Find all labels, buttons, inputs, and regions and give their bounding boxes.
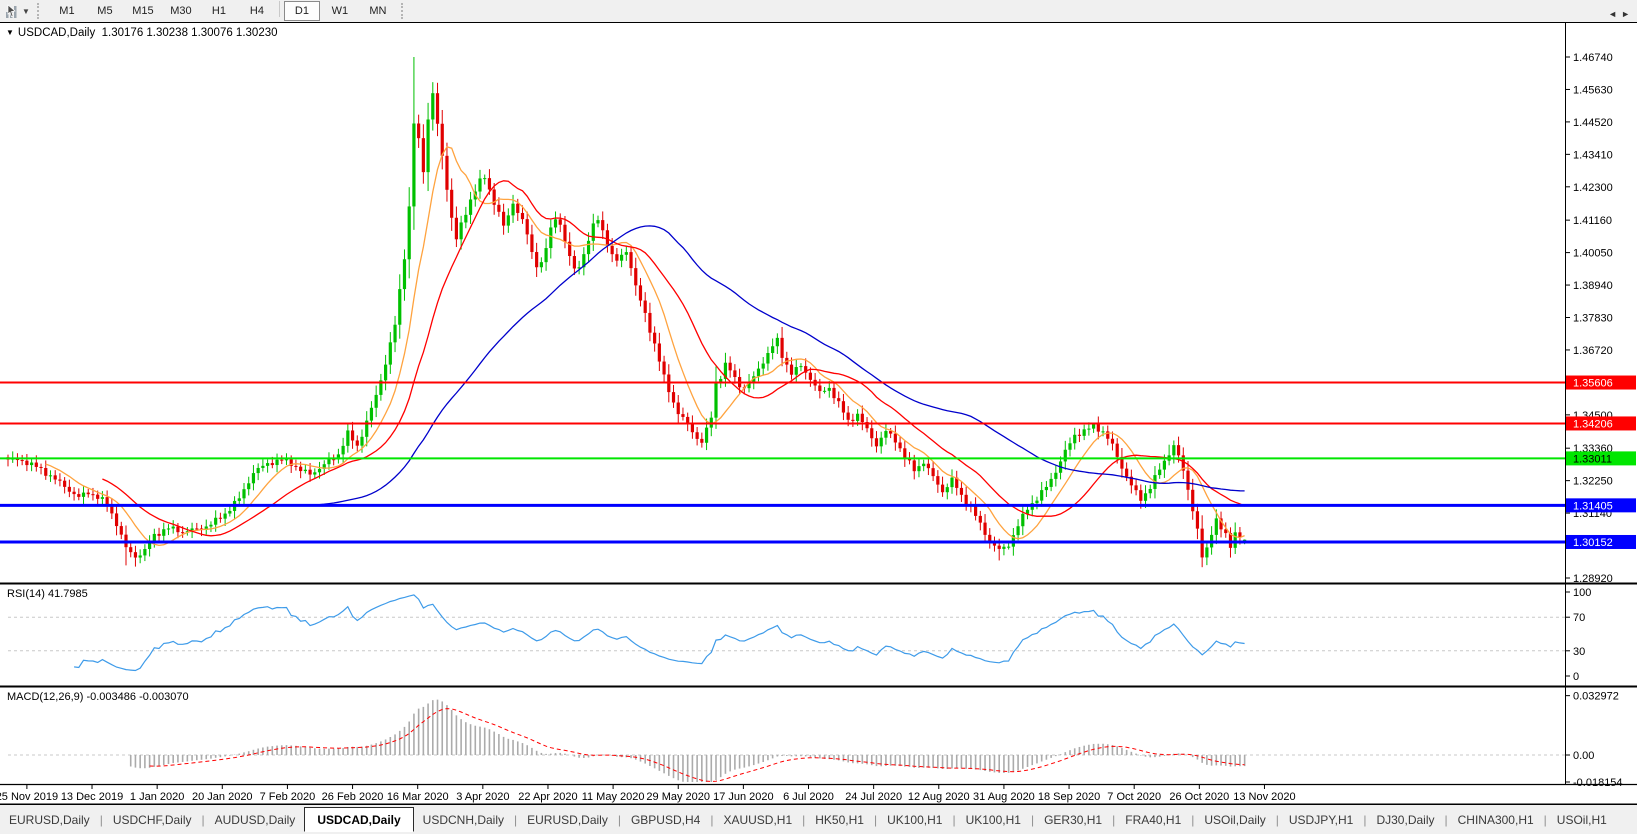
timeframe-button-mn[interactable]: MN bbox=[360, 1, 396, 21]
date-tick-label: 12 Aug 2020 bbox=[908, 791, 970, 803]
svg-text:0.032972: 0.032972 bbox=[1573, 691, 1619, 703]
chart-tab-uk100-h1[interactable]: UK100,H1 bbox=[878, 810, 951, 830]
svg-text:1.35606: 1.35606 bbox=[1573, 378, 1613, 390]
chart-tab-usdcad-daily[interactable]: USDCAD,Daily bbox=[304, 807, 414, 832]
chart-tab-dj30-daily[interactable]: DJ30,Daily bbox=[1367, 810, 1443, 830]
date-tick-label: 25 Nov 2019 bbox=[0, 791, 58, 803]
timeframe-button-d1[interactable]: D1 bbox=[283, 1, 320, 21]
chart-tab-usoil-h1[interactable]: USOil,H1 bbox=[1548, 810, 1616, 830]
timeframe-button-w1[interactable]: W1 bbox=[322, 1, 358, 21]
mt4-terminal: ▼ M1 M5 M15 M30 H1 H4 D1 W1 MN 1.46740 1.45630 1.4… bbox=[0, 0, 1637, 834]
timeframe-toolbar: ▼ M1 M5 M15 M30 H1 H4 D1 W1 MN bbox=[0, 0, 1637, 23]
toolbar-grip-right bbox=[400, 3, 408, 19]
svg-text:1.34206: 1.34206 bbox=[1573, 418, 1613, 430]
price-tick-1.36720: 1.36720 bbox=[1573, 345, 1613, 357]
chart-tab-usdcnh-daily[interactable]: USDCNH,Daily bbox=[414, 810, 513, 830]
svg-text:100: 100 bbox=[1573, 587, 1591, 599]
chart-tab-eurusd-daily[interactable]: EURUSD,Daily bbox=[0, 810, 99, 830]
chart-tab-usdjpy-h1[interactable]: USDJPY,H1 bbox=[1280, 810, 1362, 830]
chart-tab-audusd-daily[interactable]: AUDUSD,Daily bbox=[206, 810, 305, 830]
tab-scroll-right-icon[interactable]: ► bbox=[1621, 9, 1634, 19]
chart-tab-xauusd-h1[interactable]: XAUUSD,H1 bbox=[714, 810, 801, 830]
price-line-badge-1.30152: 1.30152 bbox=[1566, 534, 1636, 549]
timeframe-button-m15[interactable]: M15 bbox=[125, 1, 161, 21]
timeframe-buttons: M1 M5 M15 M30 H1 H4 D1 W1 MN bbox=[48, 1, 397, 21]
price-tick-1.46740: 1.46740 bbox=[1573, 52, 1613, 64]
price-tick-1.28920: 1.28920 bbox=[1573, 573, 1613, 585]
chart-symbol: USDCAD,Daily bbox=[17, 27, 96, 39]
svg-text:1.33011: 1.33011 bbox=[1573, 453, 1612, 465]
chart-tool-dropdown-icon[interactable]: ▼ bbox=[22, 7, 30, 16]
svg-text:1.30152: 1.30152 bbox=[1573, 537, 1613, 549]
price-tick-1.37830: 1.37830 bbox=[1573, 313, 1613, 325]
chart-tab-hk50-h1[interactable]: HK50,H1 bbox=[806, 810, 873, 830]
chart-tabs-bar: EURUSD,Daily | USDCHF,Daily | AUDUSD,Daily US… bbox=[0, 805, 1637, 834]
date-tick-label: 13 Dec 2019 bbox=[61, 791, 123, 803]
price-tick-1.44520: 1.44520 bbox=[1573, 117, 1613, 129]
date-tick-label: 26 Feb 2020 bbox=[322, 791, 384, 803]
date-tick-label: 3 Apr 2020 bbox=[456, 791, 509, 803]
date-tick-label: 20 Jan 2020 bbox=[192, 791, 253, 803]
date-tick-label: 13 Nov 2020 bbox=[1233, 791, 1295, 803]
date-tick-label: 18 Sep 2020 bbox=[1038, 791, 1100, 803]
rsi-indicator-label: RSI(14) 41.7985 bbox=[7, 588, 88, 600]
timeframe-button-m30[interactable]: M30 bbox=[163, 1, 199, 21]
price-chart-canvas[interactable]: 1.46740 1.45630 1.44520 1.43410 1.42300 1.411… bbox=[0, 22, 1637, 805]
date-tick-label: 7 Feb 2020 bbox=[260, 791, 316, 803]
price-tick-1.32250: 1.32250 bbox=[1573, 476, 1613, 488]
chart-tab-usdchf-daily[interactable]: USDCHF,Daily bbox=[104, 810, 201, 830]
collapse-triangle-icon[interactable]: ▼ bbox=[6, 28, 14, 37]
timeframe-button-h4[interactable]: H4 bbox=[239, 1, 275, 21]
price-tick-1.42300: 1.42300 bbox=[1573, 182, 1613, 194]
date-tick-label: 22 Apr 2020 bbox=[518, 791, 577, 803]
macd-indicator-label: MACD(12,26,9) -0.003486 -0.003070 bbox=[7, 691, 189, 703]
date-tick-label: 6 Jul 2020 bbox=[783, 791, 834, 803]
chart-tab-uk100-h1[interactable]: UK100,H1 bbox=[957, 810, 1030, 830]
chart-tab-fra40-h1[interactable]: FRA40,H1 bbox=[1116, 810, 1190, 830]
date-tick-label: 29 May 2020 bbox=[646, 791, 710, 803]
chart-quote-ohlc: 1.30176 1.30238 1.30076 1.30230 bbox=[101, 27, 278, 39]
timeframe-divider bbox=[278, 1, 280, 17]
date-tick-label: 31 Aug 2020 bbox=[973, 791, 1035, 803]
chart-tab-ger30-h1[interactable]: GER30,H1 bbox=[1035, 810, 1111, 830]
svg-text:-0.018154: -0.018154 bbox=[1573, 777, 1623, 789]
timeframe-button-h1[interactable]: H1 bbox=[201, 1, 237, 21]
tab-scroll-left-icon[interactable]: ◄ bbox=[1608, 9, 1621, 19]
date-tick-label: 17 Jun 2020 bbox=[713, 791, 774, 803]
date-tick-label: 7 Oct 2020 bbox=[1107, 791, 1161, 803]
date-tick-label: 16 Mar 2020 bbox=[387, 791, 449, 803]
date-tick-label: 11 May 2020 bbox=[582, 791, 645, 803]
timeframe-button-m5[interactable]: M5 bbox=[87, 1, 123, 21]
date-tick-label: 26 Oct 2020 bbox=[1169, 791, 1229, 803]
price-line-badge-1.34206: 1.34206 bbox=[1566, 416, 1636, 431]
chart-tab-china300-h1[interactable]: CHINA300,H1 bbox=[1449, 810, 1543, 830]
svg-text:1.31405: 1.31405 bbox=[1573, 500, 1613, 512]
price-tick-1.38940: 1.38940 bbox=[1573, 280, 1613, 292]
price-tick-1.40050: 1.40050 bbox=[1573, 248, 1613, 260]
timeframe-button-m1[interactable]: M1 bbox=[49, 1, 85, 21]
svg-text:0: 0 bbox=[1573, 671, 1579, 683]
price-line-badge-1.31405: 1.31405 bbox=[1566, 498, 1636, 513]
chart-title: ▼ USDCAD,Daily 1.30176 1.30238 1.30076 1.… bbox=[6, 27, 278, 39]
chart-tab-eurusd-daily[interactable]: EURUSD,Daily bbox=[518, 810, 617, 830]
price-line-badge-1.33011: 1.33011 bbox=[1566, 451, 1636, 466]
chart-cursor-icon[interactable] bbox=[2, 2, 22, 20]
price-tick-1.43410: 1.43410 bbox=[1573, 149, 1613, 161]
price-tick-1.45630: 1.45630 bbox=[1573, 84, 1613, 96]
chart-tab-usoil-daily[interactable]: USOil,Daily bbox=[1195, 810, 1274, 830]
toolbar-grip bbox=[36, 3, 44, 19]
tab-scroll-buttons: ◄► bbox=[1608, 9, 1634, 19]
chart-window[interactable]: 1.46740 1.45630 1.44520 1.43410 1.42300 1.411… bbox=[0, 22, 1637, 805]
date-tick-label: 24 Jul 2020 bbox=[845, 791, 902, 803]
svg-text:0.00: 0.00 bbox=[1573, 750, 1594, 762]
svg-text:70: 70 bbox=[1573, 612, 1585, 624]
price-tick-1.41160: 1.41160 bbox=[1573, 215, 1612, 227]
svg-text:30: 30 bbox=[1573, 646, 1585, 658]
date-tick-label: 1 Jan 2020 bbox=[130, 791, 184, 803]
chart-tab-gbpusd-h4[interactable]: GBPUSD,H4 bbox=[622, 810, 709, 830]
price-line-badge-1.35606: 1.35606 bbox=[1566, 375, 1636, 390]
